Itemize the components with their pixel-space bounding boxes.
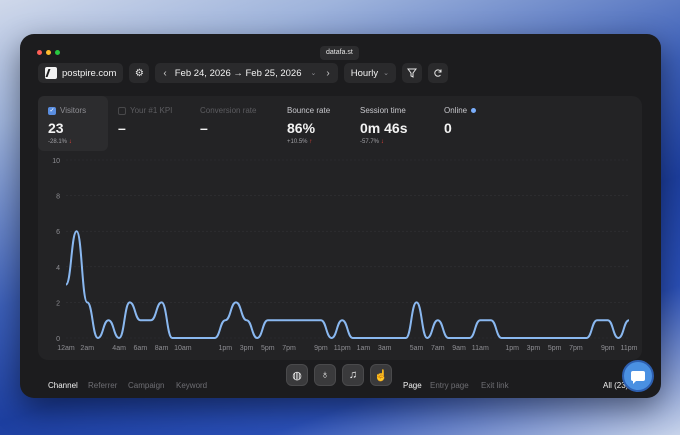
app-window: datafa.st postpire.com ⚙ ‹ Feb 24, 2026 … xyxy=(20,34,661,398)
titlebar: datafa.st xyxy=(20,34,661,60)
window-controls xyxy=(37,50,60,55)
settings-button[interactable]: ⚙ xyxy=(129,63,150,83)
visitors-chart[interactable]: 0 2 4 6 8 10 12am 2am 4am 6am 8am 10am 1pm 3pm 5pm 7pm 9… xyxy=(38,96,642,360)
chat-icon xyxy=(631,371,645,384)
x-tick-label: 2am xyxy=(80,345,94,352)
date-picker[interactable]: ‹ Feb 24, 2026 → Feb 25, 2026 ⌄ › xyxy=(155,63,338,83)
minimize-dot[interactable] xyxy=(46,50,51,55)
granularity-select[interactable]: Hourly ⌄ xyxy=(343,63,397,83)
filter-icon xyxy=(407,68,418,78)
x-tick-label: 7am xyxy=(431,345,445,352)
x-tick-label: 3pm xyxy=(527,345,541,352)
x-tick-label: 6am xyxy=(134,345,148,352)
y-tick-label: 2 xyxy=(56,300,60,307)
tab-entry-page[interactable]: Entry page xyxy=(430,381,469,390)
x-tick-label: 5pm xyxy=(548,345,562,352)
tab-keyword[interactable]: Keyword xyxy=(176,381,207,390)
next-date-button[interactable]: › xyxy=(322,68,333,79)
x-tick-label: 9pm xyxy=(314,345,328,352)
x-tick-label: 1am xyxy=(357,345,371,352)
date-range: Feb 24, 2026 → Feb 25, 2026 xyxy=(174,67,302,79)
chevron-down-icon: ⌄ xyxy=(310,70,317,77)
visitors-series-line xyxy=(65,230,630,340)
close-dot[interactable] xyxy=(37,50,42,55)
x-tick-label: 11pm xyxy=(621,345,638,352)
thumbs-up-icon: ☝ xyxy=(374,369,388,382)
y-tick-label: 6 xyxy=(56,229,60,236)
globe-button[interactable]: ◍ xyxy=(286,364,308,386)
tab-page[interactable]: Page xyxy=(403,381,422,390)
x-tick-label: 7pm xyxy=(569,345,583,352)
x-tick-label: 1pm xyxy=(219,345,233,352)
x-tick-label: 11pm xyxy=(334,345,351,352)
floating-dock: ◍ ♁ ♫ ☝ xyxy=(286,364,392,386)
refresh-button[interactable] xyxy=(428,63,449,83)
thumbs-up-button[interactable]: ☝ xyxy=(370,364,392,386)
y-tick-label: 0 xyxy=(56,336,60,343)
site-name: postpire.com xyxy=(62,67,117,79)
x-tick-label: 4am xyxy=(112,345,126,352)
tab-exit-link[interactable]: Exit link xyxy=(481,381,509,390)
filter-button[interactable] xyxy=(402,63,423,83)
x-tick-label: 3am xyxy=(378,345,392,352)
x-tick-label: 9pm xyxy=(601,345,615,352)
zoom-dot[interactable] xyxy=(55,50,60,55)
analytics-panel: ✓ Visitors 23 -28.1% ↓ Your #1 KPI – Conv… xyxy=(38,96,642,360)
granularity-label: Hourly xyxy=(350,67,379,79)
tab-referrer[interactable]: Referrer xyxy=(88,381,117,390)
prev-date-button[interactable]: ‹ xyxy=(159,68,170,79)
x-tick-label: 11am xyxy=(472,345,489,352)
x-tick-label: 3pm xyxy=(240,345,254,352)
x-tick-label: 9am xyxy=(452,345,466,352)
globe-icon: ◍ xyxy=(292,369,302,382)
site-selector[interactable]: postpire.com xyxy=(38,63,124,83)
x-tick-label: 5am xyxy=(410,345,424,352)
bell-button[interactable]: ♫ xyxy=(342,364,364,386)
x-tick-label: 1pm xyxy=(505,345,519,352)
tab-channel[interactable]: Channel xyxy=(48,381,78,390)
y-tick-label: 4 xyxy=(56,265,60,272)
url-pill[interactable]: datafa.st xyxy=(320,46,359,60)
bell-icon: ♫ xyxy=(348,369,358,381)
chevron-down-icon: ⌄ xyxy=(383,70,390,77)
x-tick-label: 7pm xyxy=(282,345,296,352)
y-tick-label: 8 xyxy=(56,194,60,201)
site-logo-icon xyxy=(45,67,57,79)
y-tick-label: 10 xyxy=(52,158,60,165)
x-tick-label: 5pm xyxy=(261,345,275,352)
chat-button[interactable] xyxy=(622,360,654,392)
x-tick-label: 10am xyxy=(174,345,192,352)
toolbar: postpire.com ⚙ ‹ Feb 24, 2026 → Feb 25, … xyxy=(38,62,449,84)
lightbulb-icon: ♁ xyxy=(320,369,330,381)
lightbulb-button[interactable]: ♁ xyxy=(314,364,336,386)
gear-icon: ⚙ xyxy=(134,67,144,79)
refresh-icon xyxy=(434,69,442,77)
x-tick-label: 8am xyxy=(155,345,169,352)
tab-campaign[interactable]: Campaign xyxy=(128,381,164,390)
x-tick-label: 12am xyxy=(57,345,75,352)
